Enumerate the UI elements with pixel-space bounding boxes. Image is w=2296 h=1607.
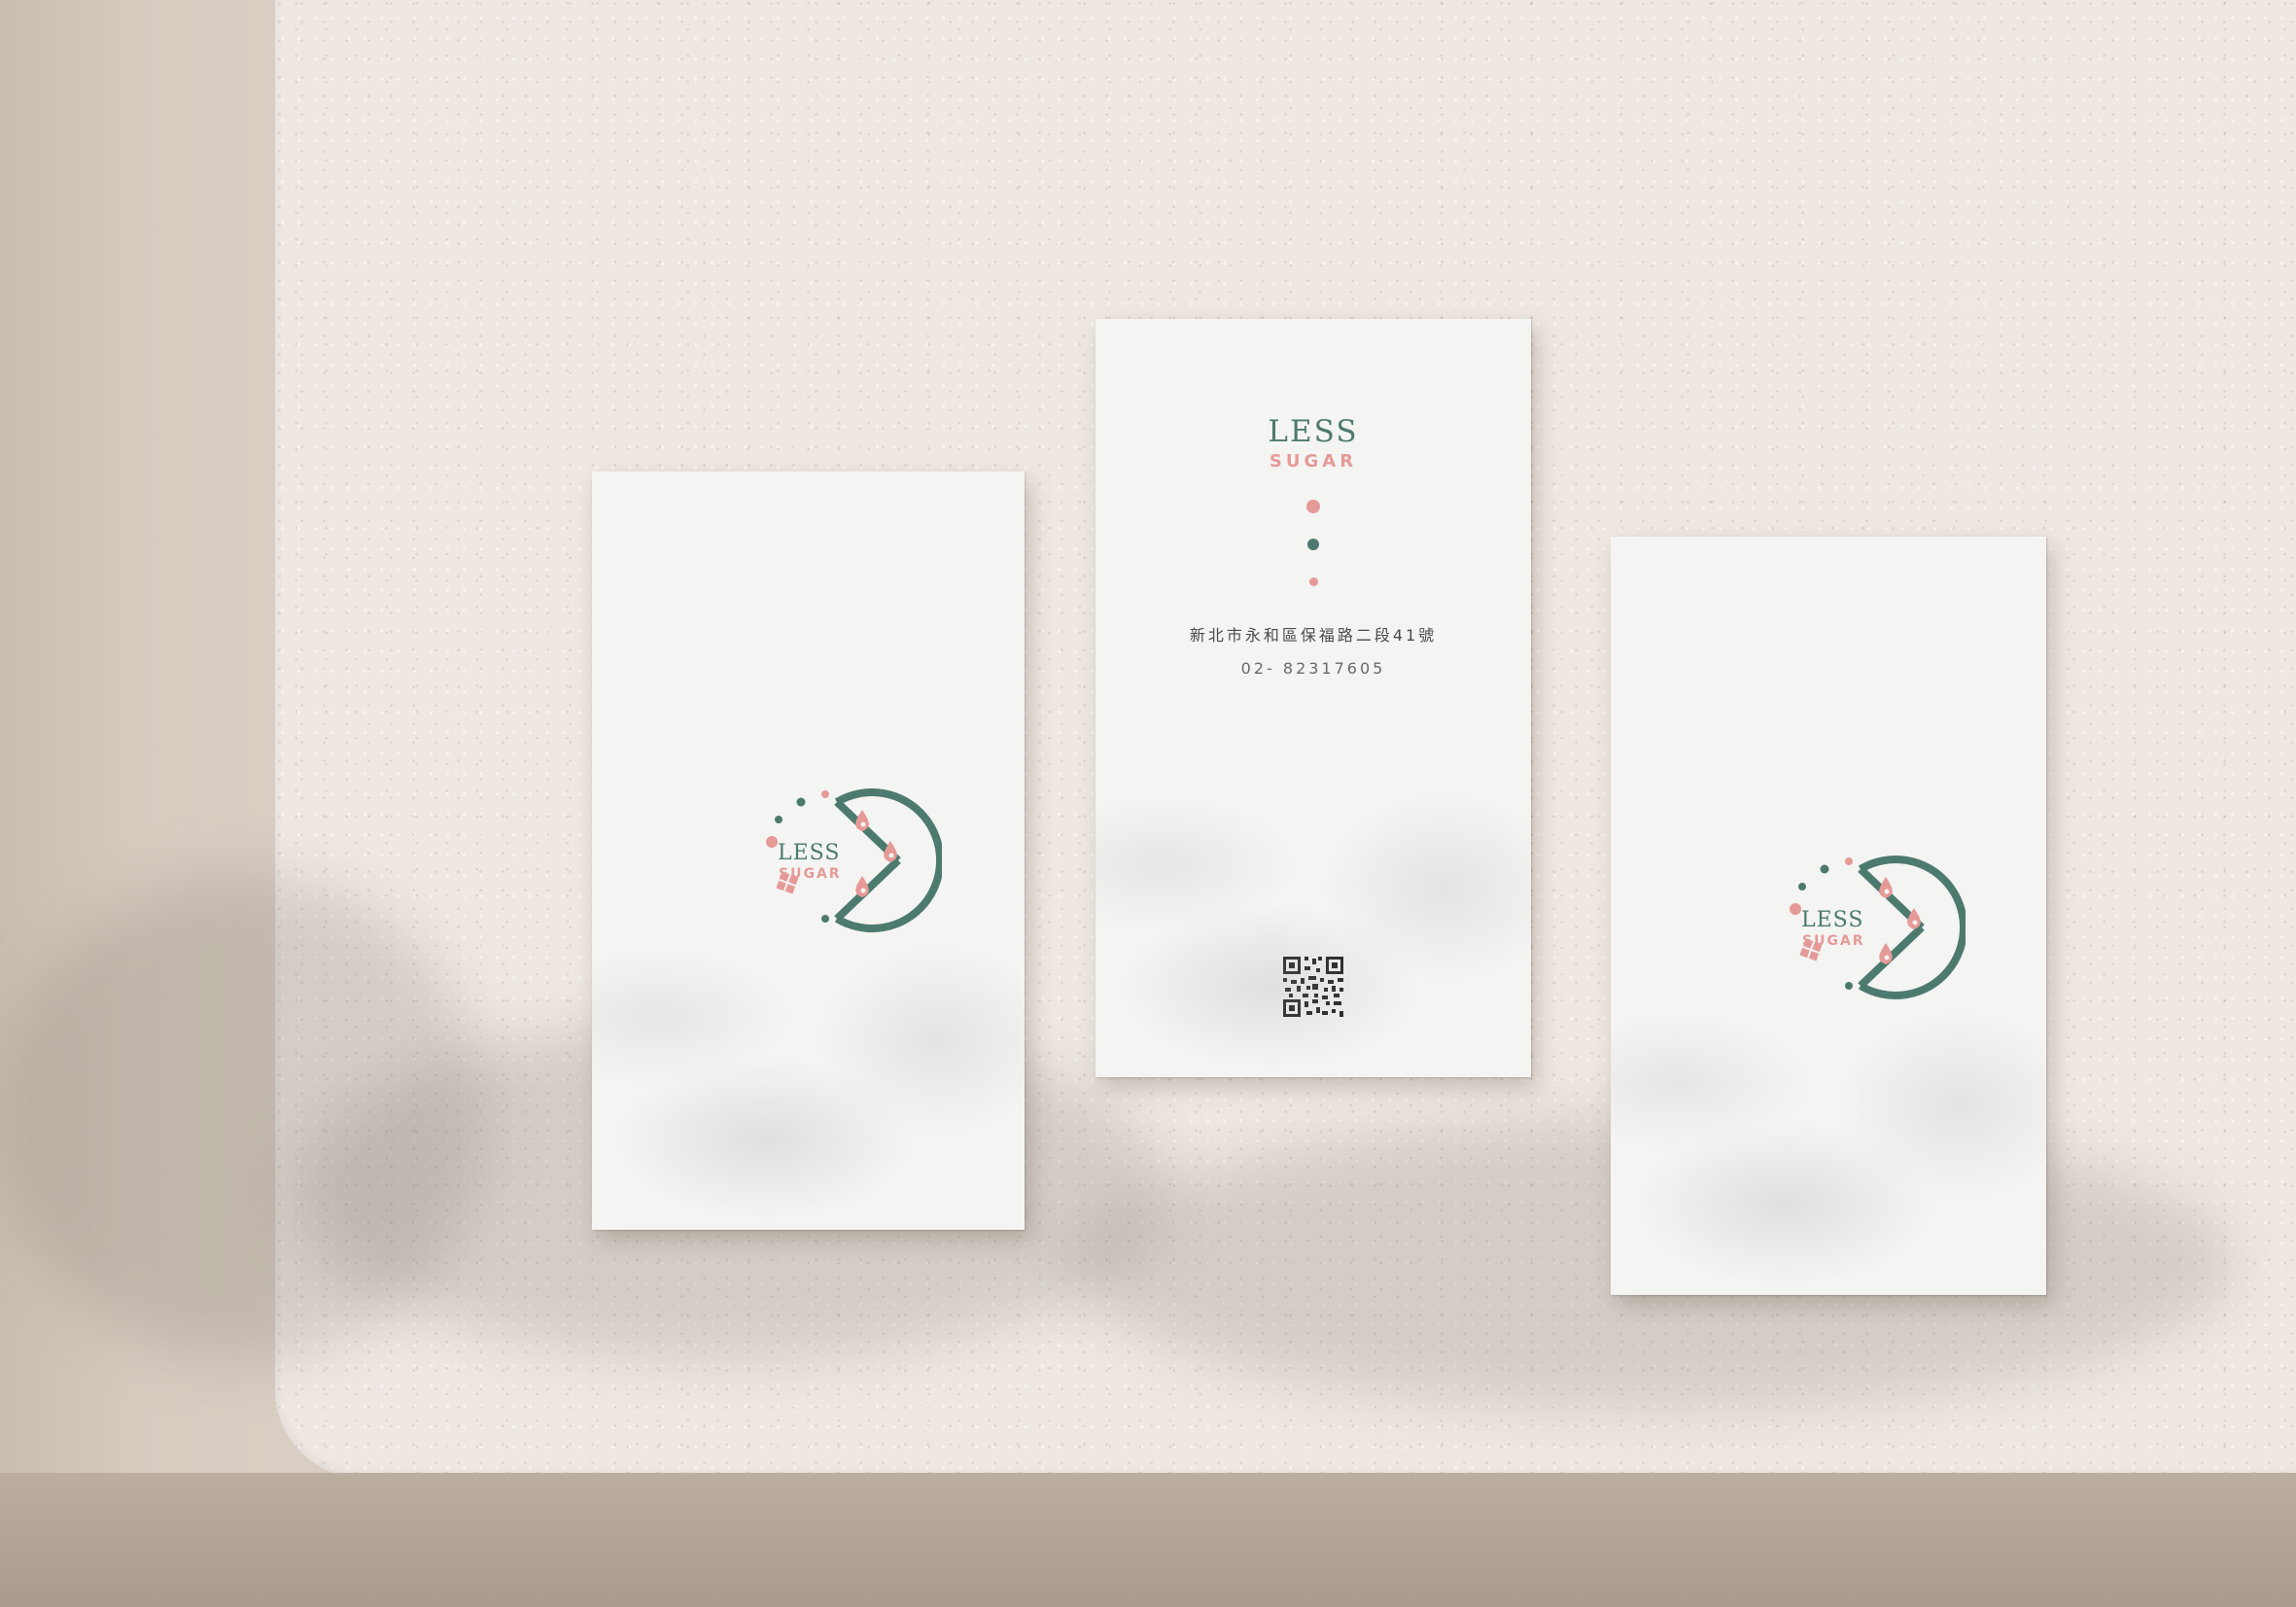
address-text: 新北市永和區保福路二段41號 <box>1189 626 1438 645</box>
phone-text: 02- 82317605 <box>1240 659 1386 678</box>
logo-text-sugar: SUGAR <box>1802 933 1865 949</box>
business-card-back: LESS SUGAR 新北市永和區保福路二段41號 02- 82317605 <box>1096 319 1531 1077</box>
business-card-front-left: LESS SUGAR <box>592 472 1025 1230</box>
logo-text-less: LESS <box>778 841 840 865</box>
leaf-shadow <box>0 875 486 1361</box>
logo-circle-icon: LESS SUGAR <box>1790 856 1966 999</box>
brand-logo: LESS SUGAR <box>689 773 942 938</box>
decor-dot <box>1307 539 1319 550</box>
qr-code-icon <box>1281 955 1345 1019</box>
decor-dot <box>1309 577 1318 586</box>
brand-name-sugar: SUGAR <box>1269 451 1358 472</box>
floor <box>0 1473 2296 1607</box>
mockup-scene: LESS SUGAR LESS SUGAR 新北市永和區保福路二段41號 02-… <box>0 0 2296 1607</box>
brand-name-less: LESS <box>1268 414 1359 449</box>
logo-text-sugar: SUGAR <box>779 866 842 882</box>
brand-logo: LESS SUGAR <box>1713 840 1966 1005</box>
decor-dot <box>1306 500 1320 513</box>
business-card-front-right: LESS SUGAR <box>1611 537 2046 1295</box>
logo-text-less: LESS <box>1801 908 1863 932</box>
logo-circle-icon: LESS SUGAR <box>766 788 942 932</box>
